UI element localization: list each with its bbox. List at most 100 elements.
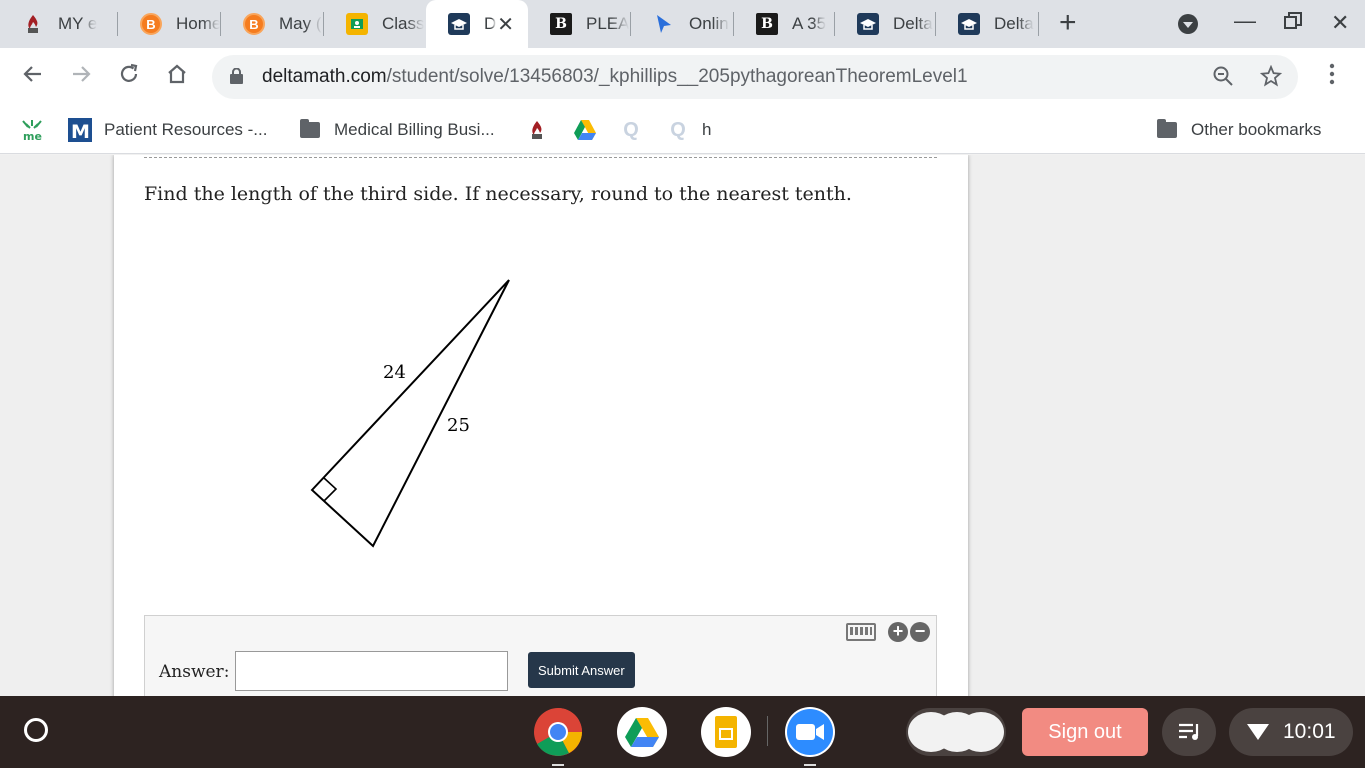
bitmoji-icon: B [140, 13, 162, 35]
system-tray[interactable]: 10:01 [1229, 708, 1353, 756]
b-icon: B [756, 13, 778, 35]
m-logo-icon: M [68, 118, 92, 142]
url-path: /student/solve/13456803/_kphillips__205p… [386, 66, 968, 87]
tab-9[interactable]: Delta [835, 0, 935, 48]
answer-panel: + − Answer: Submit Answer [144, 615, 937, 696]
tab-1[interactable]: MY e [0, 0, 116, 48]
google-drive-icon [573, 118, 597, 142]
bitmoji-icon: B [243, 13, 265, 35]
bookmark-label: Other bookmarks [1191, 120, 1322, 139]
address-bar[interactable]: deltamath.com/student/solve/13456803/_kp… [212, 55, 1298, 99]
triangle-figure: 24 25 [310, 279, 510, 548]
answer-label: Answer: [159, 662, 230, 682]
tab-title: Home [176, 14, 220, 33]
bookmark-q2[interactable]: Q h [666, 118, 711, 142]
folder-icon [298, 118, 322, 142]
bookmark-label: Medical Billing Busi... [334, 120, 495, 139]
triangle-shape [310, 279, 510, 548]
wifi-icon [1247, 724, 1269, 740]
clock-time: 10:01 [1283, 720, 1336, 743]
tab-4[interactable]: Class [324, 0, 424, 48]
q-icon: Q [670, 118, 686, 141]
leg-label: 24 [383, 362, 406, 383]
tab-title: PLEA [586, 14, 630, 33]
close-window-icon[interactable]: ✕ [1331, 10, 1349, 36]
deltamath-icon [857, 13, 879, 35]
zoom-out-icon[interactable]: − [910, 622, 930, 642]
right-angle-mark [323, 477, 338, 502]
window-thumbnail [958, 712, 1004, 752]
deltamath-icon [958, 13, 980, 35]
flame-icon [22, 13, 44, 35]
hypotenuse-label: 25 [447, 415, 470, 436]
bookmark-label: Patient Resources -... [104, 120, 268, 139]
back-icon[interactable] [21, 62, 45, 93]
tab-strip: MY e B Home B May ( Class D ✕ B PLEA Onl… [0, 0, 1365, 48]
folder-icon [1155, 118, 1179, 142]
tab-title: May ( [279, 14, 322, 33]
close-tab-icon[interactable]: ✕ [497, 12, 514, 37]
bookmark-label: h [702, 120, 712, 139]
submit-answer-button[interactable]: Submit Answer [528, 652, 635, 688]
bookmark-me[interactable]: me [20, 118, 56, 142]
google-slides-icon[interactable] [701, 707, 751, 757]
cursor-icon [653, 13, 675, 35]
tab-10[interactable]: Delta [936, 0, 1038, 48]
page-content: Find the length of the third side. If ne… [0, 155, 1365, 696]
lock-icon [230, 68, 243, 84]
zoom-magnifier-icon[interactable] [1212, 65, 1234, 93]
bookmark-q1[interactable]: Q [619, 118, 655, 142]
bookmark-patient-resources[interactable]: M Patient Resources -... [68, 118, 267, 142]
q-icon: Q [623, 118, 639, 141]
bookmark-other[interactable]: Other bookmarks [1155, 118, 1321, 142]
chrome-icon[interactable] [533, 707, 583, 766]
tab-5-active[interactable]: D ✕ [426, 0, 528, 48]
zoom-in-icon[interactable]: + [888, 622, 908, 642]
sign-out-button[interactable]: Sign out [1022, 708, 1148, 756]
me-logo-icon: me [20, 118, 44, 142]
launcher-icon[interactable] [24, 718, 48, 742]
url-text: deltamath.com/student/solve/13456803/_kp… [262, 66, 968, 88]
bookmark-star-icon[interactable] [1259, 64, 1283, 93]
tab-title: Onlin [689, 14, 729, 33]
tab-8[interactable]: B A 35 [734, 0, 834, 48]
url-host: deltamath.com [262, 66, 387, 87]
tab-title: Delta [994, 14, 1034, 33]
tab-7[interactable]: Onlin [631, 0, 733, 48]
svg-text:me: me [23, 130, 42, 142]
tab-title: MY e [58, 14, 98, 33]
tab-title: D [484, 14, 497, 33]
bookmark-flame[interactable] [525, 118, 561, 142]
os-shelf: Sign out 10:01 [0, 696, 1365, 768]
menu-kebab-icon[interactable] [1322, 62, 1342, 93]
window-thumbnails[interactable] [906, 708, 1006, 756]
tab-title: Class [382, 14, 424, 33]
answer-input[interactable] [235, 651, 508, 691]
tab-search-icon[interactable] [1177, 13, 1199, 41]
bookmarks-bar: me M Patient Resources -... Medical Bill… [0, 106, 1365, 154]
media-controls-icon[interactable] [1162, 708, 1216, 756]
forward-icon[interactable] [69, 62, 93, 93]
classroom-icon [346, 13, 368, 35]
b-icon: B [550, 13, 572, 35]
svg-text:M: M [71, 121, 90, 142]
deltamath-icon [448, 13, 470, 35]
browser-toolbar: deltamath.com/student/solve/13456803/_kp… [0, 48, 1365, 106]
tab-2[interactable]: B Home [118, 0, 220, 48]
tab-title: A 35 [792, 14, 827, 33]
minimize-icon[interactable]: — [1234, 8, 1256, 34]
keyboard-icon[interactable] [846, 623, 876, 641]
home-icon[interactable] [165, 62, 189, 93]
bookmark-drive[interactable] [573, 118, 609, 142]
new-tab-icon[interactable]: + [1059, 6, 1077, 40]
zoom-app-icon[interactable] [785, 707, 835, 766]
tab-title: Delta [893, 14, 933, 33]
restore-icon[interactable] [1283, 11, 1303, 37]
reload-icon[interactable] [117, 62, 141, 93]
bookmark-folder-medical[interactable]: Medical Billing Busi... [298, 118, 495, 142]
tab-3[interactable]: B May ( [221, 0, 323, 48]
google-drive-icon[interactable] [617, 707, 667, 757]
flame-icon [525, 118, 549, 142]
problem-card: Find the length of the third side. If ne… [114, 155, 968, 696]
tab-6[interactable]: B PLEA [528, 0, 630, 48]
